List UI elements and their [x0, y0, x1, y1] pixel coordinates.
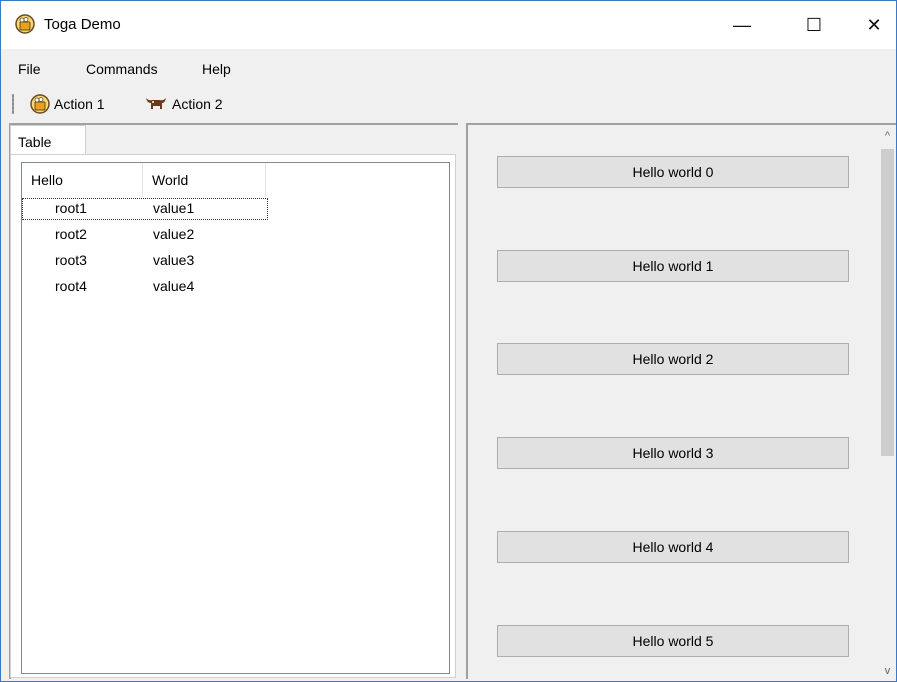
cell-world: value4	[153, 278, 195, 294]
scroll-down-arrow[interactable]: v	[879, 662, 896, 679]
tab-table[interactable]: Table	[10, 125, 86, 155]
action-2-label: Action 2	[172, 96, 223, 112]
hello-world-button[interactable]: Hello world 4	[497, 531, 849, 563]
hello-world-button[interactable]: Hello world 0	[497, 156, 849, 188]
window-title: Toga Demo	[44, 16, 121, 33]
table-row[interactable]: root1 value1	[22, 198, 268, 220]
hello-world-button[interactable]: Hello world 2	[497, 343, 849, 375]
menu-help[interactable]: Help	[202, 61, 231, 77]
vertical-scrollbar[interactable]: ^ v	[879, 125, 896, 679]
hello-world-button[interactable]: Hello world 3	[497, 437, 849, 469]
column-header-label: World	[152, 172, 189, 188]
table-row[interactable]: root2 value2	[22, 224, 268, 246]
minimize-button[interactable]: —	[720, 1, 764, 49]
right-pane	[466, 123, 896, 679]
action-1-button[interactable]: Action 1	[30, 93, 105, 115]
column-header-world[interactable]: World	[143, 163, 266, 197]
hello-world-button[interactable]: Hello world 5	[497, 625, 849, 657]
cell-hello: root1	[55, 200, 87, 216]
maximize-button[interactable]: ☐	[792, 1, 836, 49]
cell-hello: root2	[55, 226, 87, 242]
cell-world: value3	[153, 252, 195, 268]
app-logo-icon	[15, 14, 35, 34]
scroll-up-arrow[interactable]: ^	[879, 127, 896, 144]
action-2-button[interactable]: Action 2	[144, 93, 223, 115]
bull-icon	[146, 98, 166, 109]
data-table[interactable]: Hello World root1 value1 root2 value2 ro…	[21, 162, 450, 674]
close-button[interactable]: ✕	[852, 1, 896, 49]
cell-world: value2	[153, 226, 195, 242]
toolbar-grip[interactable]	[12, 94, 14, 114]
cell-world: value1	[153, 200, 195, 216]
cell-hello: root3	[55, 252, 87, 268]
table-row[interactable]: root3 value3	[22, 250, 268, 272]
scrollbar-thumb[interactable]	[881, 149, 894, 456]
table-row[interactable]: root4 value4	[22, 276, 268, 298]
menu-bar: File Commands Help	[1, 49, 896, 87]
hello-world-button[interactable]: Hello world 1	[497, 250, 849, 282]
tab-table-label: Table	[18, 134, 52, 150]
toolbar: Action 1 Action 2	[1, 87, 896, 121]
action-1-label: Action 1	[54, 96, 105, 112]
menu-commands[interactable]: Commands	[86, 61, 158, 77]
beer-icon	[30, 94, 50, 114]
column-header-hello[interactable]: Hello	[22, 163, 143, 197]
column-header-label: Hello	[31, 172, 63, 188]
title-bar: Toga Demo — ☐ ✕	[1, 1, 896, 49]
cell-hello: root4	[55, 278, 87, 294]
menu-file[interactable]: File	[18, 61, 41, 77]
